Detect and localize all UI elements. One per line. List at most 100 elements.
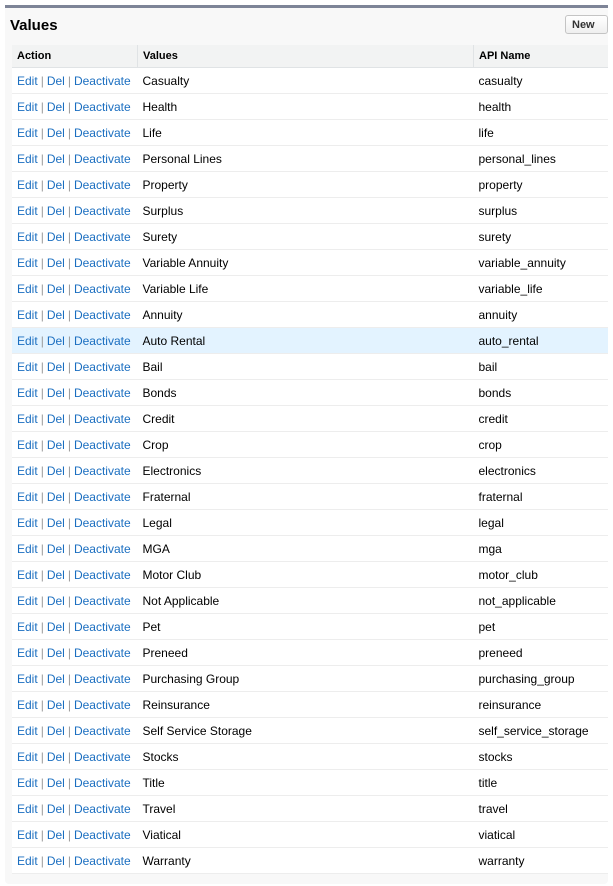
deactivate-link[interactable]: Deactivate xyxy=(74,698,131,712)
del-link[interactable]: Del xyxy=(47,178,65,192)
edit-link[interactable]: Edit xyxy=(17,542,38,556)
deactivate-link[interactable]: Deactivate xyxy=(74,724,131,738)
del-link[interactable]: Del xyxy=(47,724,65,738)
deactivate-link[interactable]: Deactivate xyxy=(74,776,131,790)
deactivate-link[interactable]: Deactivate xyxy=(74,308,131,322)
deactivate-link[interactable]: Deactivate xyxy=(74,360,131,374)
del-link[interactable]: Del xyxy=(47,542,65,556)
del-link[interactable]: Del xyxy=(47,776,65,790)
del-link[interactable]: Del xyxy=(47,698,65,712)
deactivate-link[interactable]: Deactivate xyxy=(74,542,131,556)
deactivate-link[interactable]: Deactivate xyxy=(74,750,131,764)
del-link[interactable]: Del xyxy=(47,672,65,686)
deactivate-link[interactable]: Deactivate xyxy=(74,568,131,582)
separator: | xyxy=(67,749,71,764)
edit-link[interactable]: Edit xyxy=(17,646,38,660)
del-link[interactable]: Del xyxy=(47,516,65,530)
edit-link[interactable]: Edit xyxy=(17,334,38,348)
deactivate-link[interactable]: Deactivate xyxy=(74,126,131,140)
deactivate-link[interactable]: Deactivate xyxy=(74,152,131,166)
del-link[interactable]: Del xyxy=(47,256,65,270)
del-link[interactable]: Del xyxy=(47,360,65,374)
del-link[interactable]: Del xyxy=(47,568,65,582)
del-link[interactable]: Del xyxy=(47,646,65,660)
del-link[interactable]: Del xyxy=(47,230,65,244)
del-link[interactable]: Del xyxy=(47,74,65,88)
edit-link[interactable]: Edit xyxy=(17,256,38,270)
deactivate-link[interactable]: Deactivate xyxy=(74,620,131,634)
edit-link[interactable]: Edit xyxy=(17,594,38,608)
edit-link[interactable]: Edit xyxy=(17,386,38,400)
edit-link[interactable]: Edit xyxy=(17,724,38,738)
deactivate-link[interactable]: Deactivate xyxy=(74,282,131,296)
deactivate-link[interactable]: Deactivate xyxy=(74,594,131,608)
action-cell: Edit | Del | Deactivate xyxy=(12,379,138,406)
edit-link[interactable]: Edit xyxy=(17,828,38,842)
deactivate-link[interactable]: Deactivate xyxy=(74,334,131,348)
deactivate-link[interactable]: Deactivate xyxy=(74,646,131,660)
del-link[interactable]: Del xyxy=(47,204,65,218)
deactivate-link[interactable]: Deactivate xyxy=(74,516,131,530)
edit-link[interactable]: Edit xyxy=(17,854,38,868)
deactivate-link[interactable]: Deactivate xyxy=(74,204,131,218)
deactivate-link[interactable]: Deactivate xyxy=(74,490,131,504)
edit-link[interactable]: Edit xyxy=(17,464,38,478)
del-link[interactable]: Del xyxy=(47,464,65,478)
edit-link[interactable]: Edit xyxy=(17,360,38,374)
del-link[interactable]: Del xyxy=(47,594,65,608)
deactivate-link[interactable]: Deactivate xyxy=(74,828,131,842)
del-link[interactable]: Del xyxy=(47,828,65,842)
edit-link[interactable]: Edit xyxy=(17,412,38,426)
edit-link[interactable]: Edit xyxy=(17,178,38,192)
separator: | xyxy=(67,229,71,244)
del-link[interactable]: Del xyxy=(47,308,65,322)
deactivate-link[interactable]: Deactivate xyxy=(74,386,131,400)
del-link[interactable]: Del xyxy=(47,334,65,348)
edit-link[interactable]: Edit xyxy=(17,204,38,218)
api-name-cell: bonds xyxy=(473,379,608,406)
value-cell: Annuity xyxy=(137,301,474,328)
edit-link[interactable]: Edit xyxy=(17,750,38,764)
deactivate-link[interactable]: Deactivate xyxy=(74,464,131,478)
deactivate-link[interactable]: Deactivate xyxy=(74,802,131,816)
del-link[interactable]: Del xyxy=(47,100,65,114)
edit-link[interactable]: Edit xyxy=(17,672,38,686)
del-link[interactable]: Del xyxy=(47,126,65,140)
edit-link[interactable]: Edit xyxy=(17,698,38,712)
edit-link[interactable]: Edit xyxy=(17,126,38,140)
deactivate-link[interactable]: Deactivate xyxy=(74,672,131,686)
deactivate-link[interactable]: Deactivate xyxy=(74,100,131,114)
edit-link[interactable]: Edit xyxy=(17,308,38,322)
edit-link[interactable]: Edit xyxy=(17,620,38,634)
del-link[interactable]: Del xyxy=(47,490,65,504)
deactivate-link[interactable]: Deactivate xyxy=(74,178,131,192)
del-link[interactable]: Del xyxy=(47,620,65,634)
deactivate-link[interactable]: Deactivate xyxy=(74,412,131,426)
del-link[interactable]: Del xyxy=(47,802,65,816)
deactivate-link[interactable]: Deactivate xyxy=(74,854,131,868)
del-link[interactable]: Del xyxy=(47,386,65,400)
edit-link[interactable]: Edit xyxy=(17,438,38,452)
del-link[interactable]: Del xyxy=(47,282,65,296)
edit-link[interactable]: Edit xyxy=(17,776,38,790)
edit-link[interactable]: Edit xyxy=(17,100,38,114)
edit-link[interactable]: Edit xyxy=(17,74,38,88)
deactivate-link[interactable]: Deactivate xyxy=(74,74,131,88)
del-link[interactable]: Del xyxy=(47,750,65,764)
action-cell: Edit | Del | Deactivate xyxy=(12,561,138,588)
edit-link[interactable]: Edit xyxy=(17,152,38,166)
edit-link[interactable]: Edit xyxy=(17,516,38,530)
edit-link[interactable]: Edit xyxy=(17,568,38,582)
deactivate-link[interactable]: Deactivate xyxy=(74,230,131,244)
edit-link[interactable]: Edit xyxy=(17,282,38,296)
edit-link[interactable]: Edit xyxy=(17,802,38,816)
new-button[interactable]: New xyxy=(565,15,608,34)
edit-link[interactable]: Edit xyxy=(17,230,38,244)
deactivate-link[interactable]: Deactivate xyxy=(74,438,131,452)
deactivate-link[interactable]: Deactivate xyxy=(74,256,131,270)
del-link[interactable]: Del xyxy=(47,854,65,868)
edit-link[interactable]: Edit xyxy=(17,490,38,504)
del-link[interactable]: Del xyxy=(47,152,65,166)
del-link[interactable]: Del xyxy=(47,438,65,452)
del-link[interactable]: Del xyxy=(47,412,65,426)
